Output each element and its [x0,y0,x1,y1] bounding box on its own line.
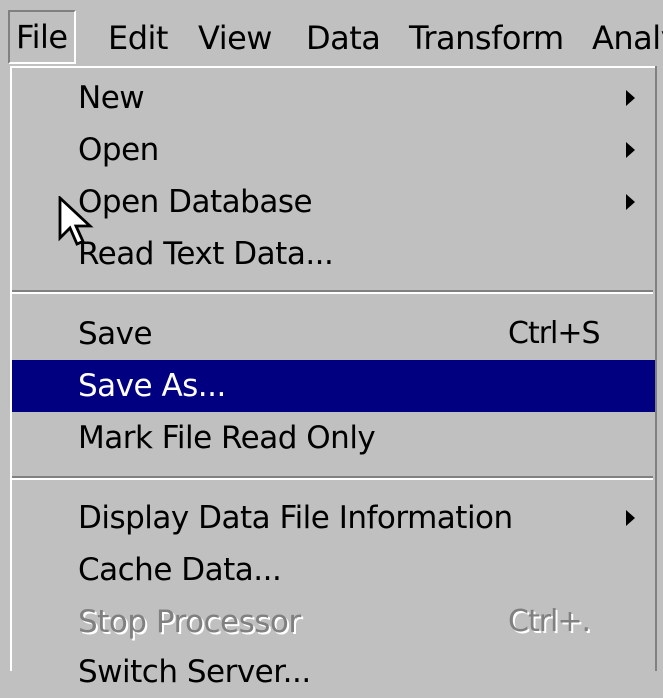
submenu-arrow-icon [626,90,635,106]
menu-item-label: Open Database [78,184,313,220]
menu-item-display-data-file-info[interactable]: Display Data File Information [12,492,655,544]
menu-item-read-text-data[interactable]: Read Text Data... [12,228,655,280]
menu-transform[interactable]: Transform [409,12,564,64]
menu-item-mark-read-only[interactable]: Mark File Read Only [12,412,655,464]
menu-bar: File Edit View Data Transform Analy [0,0,663,66]
menu-edit[interactable]: Edit [108,12,168,64]
menu-item-stop-processor: Stop Processor Ctrl+. [12,596,655,648]
menu-item-switch-server[interactable]: Switch Server... [12,646,655,698]
menu-analyze-label: Analy [592,19,663,57]
arrow-cursor-icon [58,196,94,246]
menu-item-label: Switch Server... [78,654,311,690]
menu-item-shortcut: Ctrl+. [508,604,591,639]
menu-view[interactable]: View [198,12,272,64]
menu-item-open-database[interactable]: Open Database [12,176,655,228]
submenu-arrow-icon [626,194,635,210]
menu-item-label: Save [78,316,153,352]
menu-item-label: Open [78,132,159,168]
menu-edit-label: Edit [108,19,168,57]
menu-file-label: File [16,18,68,56]
submenu-arrow-icon [626,510,635,526]
menu-item-save-as[interactable]: Save As... [12,360,655,412]
menu-separator [12,476,653,480]
menu-item-label: Stop Processor [78,604,301,640]
submenu-arrow-icon [626,142,635,158]
menu-border-right-outer [657,66,663,671]
menu-item-shortcut: Ctrl+S [508,316,601,351]
menu-item-label: New [78,80,145,116]
menu-transform-label: Transform [409,19,564,57]
menu-border-top [10,66,663,68]
menu-view-label: View [198,19,272,57]
menu-item-label: Mark File Read Only [78,420,376,456]
menu-item-label: Cache Data... [78,552,282,588]
menu-item-save[interactable]: Save Ctrl+S [12,308,655,360]
menu-item-cache-data[interactable]: Cache Data... [12,544,655,596]
menu-item-new[interactable]: New [12,72,655,124]
menu-data[interactable]: Data [306,12,381,64]
menu-data-label: Data [306,19,381,57]
menu-separator [12,290,653,294]
menu-file[interactable]: File [8,10,76,64]
menu-item-open[interactable]: Open [12,124,655,176]
menu-analyze[interactable]: Analy [592,12,663,64]
menu-item-label: Save As... [78,368,226,404]
menu-item-label: Read Text Data... [78,236,334,272]
menu-item-label: Display Data File Information [78,500,513,536]
